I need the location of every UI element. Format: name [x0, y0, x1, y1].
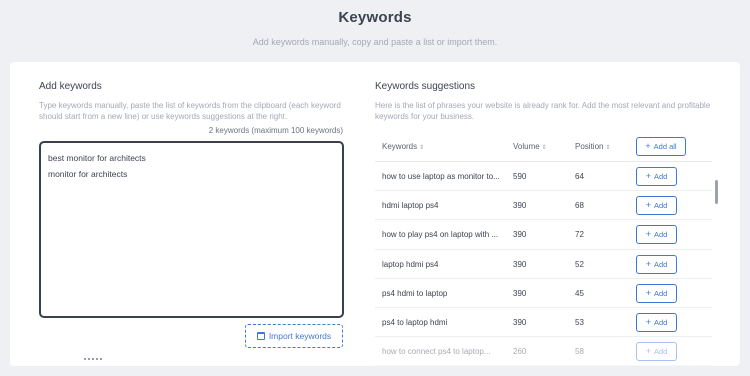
- add-keyword-button[interactable]: + Add: [636, 254, 677, 274]
- table-row: ps4 hdmi to laptop 390 45 + Add: [375, 279, 712, 308]
- column-keywords[interactable]: Keywords ⇕: [382, 142, 424, 151]
- volume-cell: 260: [513, 347, 527, 357]
- add-keyword-button[interactable]: + Add: [636, 342, 677, 362]
- import-keywords-button[interactable]: Import keywords: [245, 324, 343, 348]
- plus-icon: +: [645, 346, 651, 357]
- keyword-cell: how to connect ps4 to laptop...: [382, 347, 491, 357]
- add-keyword-button[interactable]: + Add: [636, 312, 677, 332]
- table-row: ps4 to laptop hdmi 390 53 + Add: [375, 308, 712, 338]
- table-row: laptop hdmi ps4 390 52 + Add: [375, 250, 712, 279]
- table-row: how to play ps4 on laptop with ... 390 72 +…: [375, 220, 712, 250]
- position-cell: 45: [575, 288, 584, 298]
- import-keywords-label: Import keywords: [268, 331, 332, 341]
- keyword-cell: ps4 to laptop hdmi: [382, 317, 448, 327]
- table-row: how to connect ps4 to laptop... 260 58 + Add: [375, 337, 712, 366]
- plus-icon: +: [645, 171, 651, 181]
- volume-cell: 390: [513, 288, 527, 298]
- keyword-line: best monitor for architects: [48, 153, 146, 163]
- add-keyword-button[interactable]: + Add: [636, 225, 677, 245]
- sort-icon: ⇕: [541, 145, 547, 151]
- page-header: Keywords Add keywords manually, copy and…: [0, 0, 750, 47]
- position-cell: 53: [575, 317, 584, 327]
- plus-icon: +: [645, 316, 651, 327]
- volume-cell: 390: [513, 230, 527, 240]
- plus-icon: +: [645, 200, 651, 211]
- table-row: hdmi laptop ps4 390 68 + Add: [375, 191, 712, 221]
- position-cell: 58: [575, 347, 584, 357]
- add-keyword-button[interactable]: + Add: [636, 196, 677, 216]
- add-keywords-help: Type keywords manually, paste the list o…: [39, 101, 341, 121]
- volume-cell: 590: [513, 172, 527, 181]
- suggestions-help: Here is the list of phrases your website…: [375, 101, 711, 121]
- keywords-panel: Add keywords Type keywords manually, pas…: [10, 62, 740, 366]
- table-header: Keywords ⇕ Volume ⇕ Position ⇕ + Add all: [375, 132, 712, 162]
- add-all-button[interactable]: + Add all: [636, 137, 686, 156]
- add-keywords-title: Add keywords: [39, 81, 102, 92]
- volume-cell: 390: [513, 201, 527, 211]
- column-volume[interactable]: Volume ⇕: [513, 142, 547, 151]
- keyword-cell: how to play ps4 on laptop with ...: [382, 230, 499, 240]
- volume-cell: 390: [513, 259, 527, 269]
- table-scrollbar[interactable]: [715, 180, 718, 204]
- column-position[interactable]: Position ⇕: [575, 142, 611, 151]
- plus-icon: +: [645, 229, 651, 240]
- plus-icon: +: [645, 287, 651, 298]
- keyword-cell: how to use laptop as monitor to...: [382, 172, 500, 181]
- keyword-count: 2 keywords (maximum 100 keywords): [208, 126, 343, 135]
- keyword-cell: laptop hdmi ps4: [382, 259, 439, 269]
- suggestions-title: Keywords suggestions: [375, 81, 476, 92]
- position-cell: 52: [575, 259, 584, 269]
- keywords-suggestions-section: Keywords suggestions Here is the list of…: [375, 62, 735, 366]
- keyword-line: monitor for architects: [48, 169, 128, 179]
- add-keyword-button[interactable]: + Add: [636, 167, 677, 186]
- calendar-icon: [256, 332, 265, 340]
- plus-icon: +: [645, 141, 651, 151]
- sort-icon: ⇕: [419, 145, 425, 151]
- keywords-textarea[interactable]: best monitor for architects monitor for …: [39, 141, 344, 318]
- page-subtitle: Add keywords manually, copy and paste a …: [252, 37, 498, 47]
- position-cell: 64: [575, 172, 584, 181]
- keyword-cell: hdmi laptop ps4: [382, 201, 439, 211]
- page-title: Keywords: [338, 9, 412, 26]
- sort-icon: ⇕: [605, 145, 611, 151]
- suggestions-table: Keywords ⇕ Volume ⇕ Position ⇕ + Add all ho…: [375, 132, 712, 366]
- resize-handle[interactable]: [84, 358, 102, 360]
- table-row: how to use laptop as monitor to... 590 64 +…: [375, 162, 712, 192]
- plus-icon: +: [645, 258, 651, 269]
- keyword-cell: ps4 hdmi to laptop: [382, 288, 448, 298]
- add-keyword-button[interactable]: + Add: [636, 283, 677, 303]
- volume-cell: 390: [513, 317, 527, 327]
- position-cell: 68: [575, 201, 584, 211]
- position-cell: 72: [575, 230, 584, 240]
